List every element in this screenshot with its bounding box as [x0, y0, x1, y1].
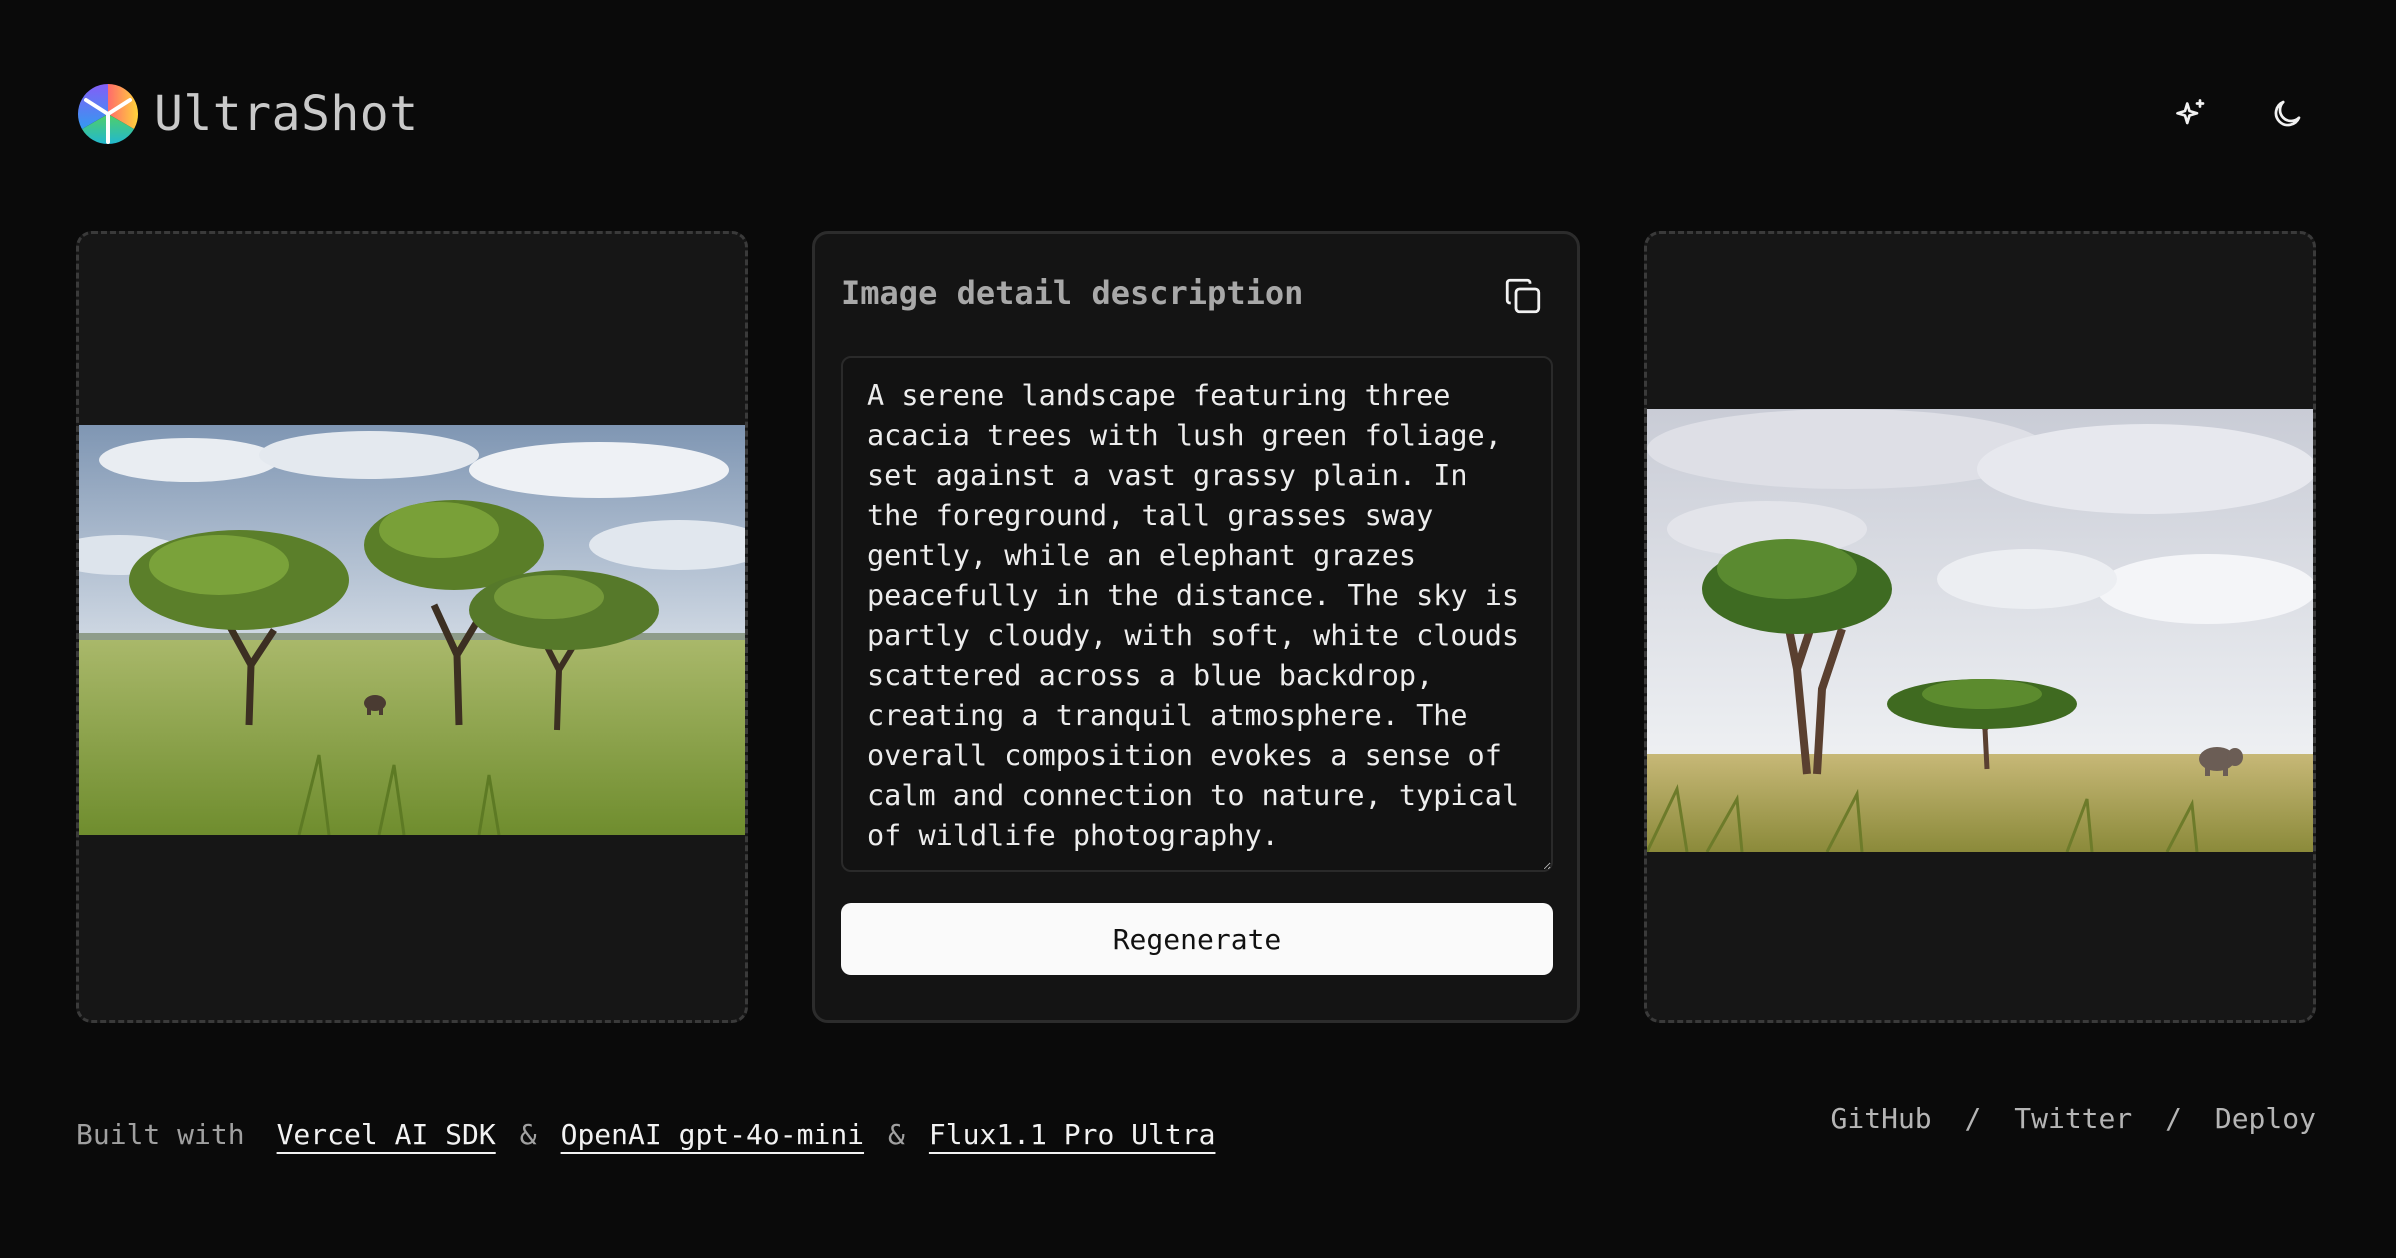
generated-image	[1647, 409, 2313, 852]
regenerate-button[interactable]: Regenerate	[841, 903, 1553, 975]
link-flux-model[interactable]: Flux1.1 Pro Ultra	[929, 1118, 1216, 1151]
link-vercel-ai-sdk[interactable]: Vercel AI SDK	[277, 1118, 496, 1151]
footer-slash: /	[1964, 1102, 1982, 1135]
description-title: Image detail description	[841, 274, 1304, 312]
link-deploy[interactable]: Deploy	[2215, 1102, 2316, 1135]
logo-icon	[77, 83, 139, 145]
copy-button[interactable]	[1499, 272, 1547, 320]
footer-slash: /	[2165, 1102, 2182, 1135]
generated-image-panel[interactable]	[1644, 231, 2316, 1023]
header-actions	[2158, 76, 2320, 152]
brand[interactable]: UltraShot	[76, 76, 419, 152]
built-with-label: Built with	[76, 1118, 245, 1151]
header: UltraShot	[76, 76, 2320, 152]
moon-icon	[2274, 100, 2301, 127]
footer-separator: &	[888, 1118, 905, 1151]
description-panel: Image detail description A serene landsc…	[812, 231, 1580, 1023]
theme-toggle-button[interactable]	[2254, 81, 2320, 147]
footer-separator: &	[519, 1118, 537, 1151]
source-image-panel[interactable]	[76, 231, 748, 1023]
footer-credits: Built with Vercel AI SDK & OpenAI gpt-4o…	[76, 1118, 1215, 1151]
link-openai-model[interactable]: OpenAI gpt-4o-mini	[561, 1118, 864, 1151]
sparkles-icon	[2176, 99, 2205, 125]
description-textarea[interactable]: A serene landscape featuring three acaci…	[841, 356, 1553, 872]
sparkles-button[interactable]	[2158, 81, 2224, 147]
link-github[interactable]: GitHub	[1831, 1102, 1932, 1135]
copy-icon	[1505, 278, 1541, 314]
source-image	[79, 425, 745, 835]
footer-links: GitHub / Twitter / Deploy	[1831, 1102, 2316, 1135]
app-name: UltraShot	[154, 86, 419, 142]
link-twitter[interactable]: Twitter	[2014, 1102, 2132, 1135]
